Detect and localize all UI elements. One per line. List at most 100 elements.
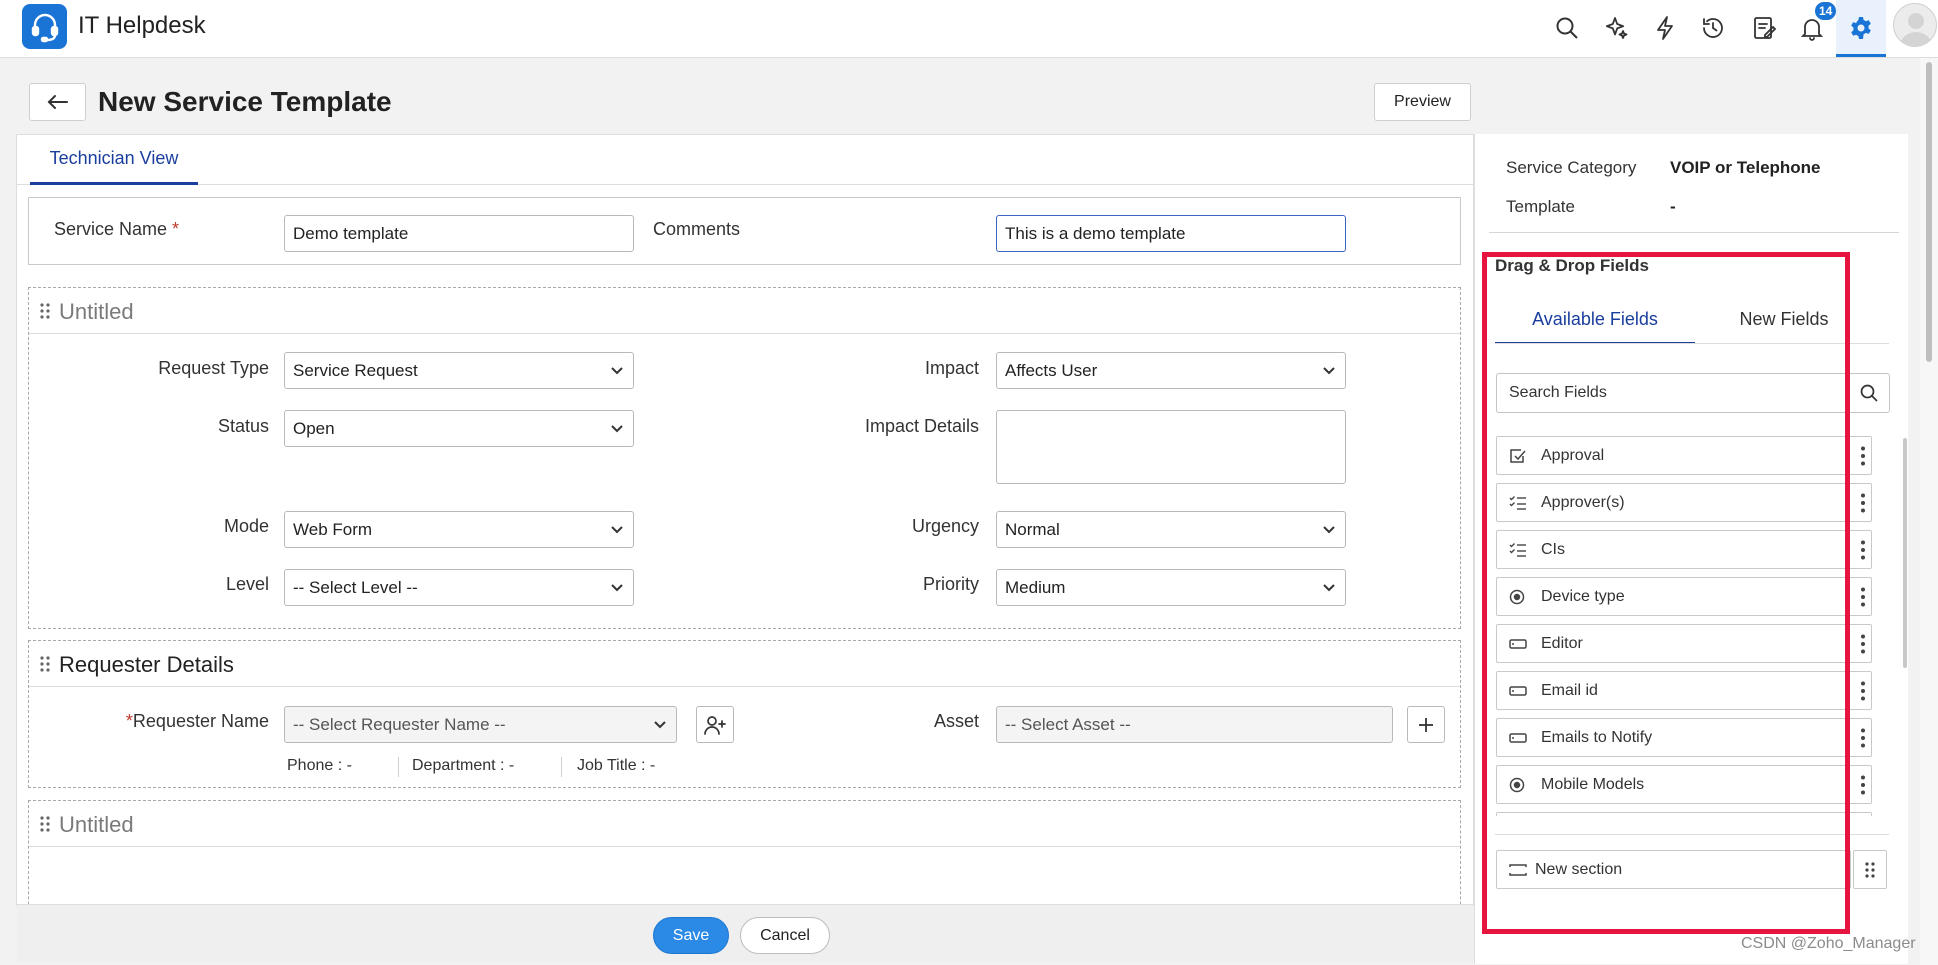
tab-new-fields[interactable]: New Fields bbox=[1739, 300, 1829, 344]
requester-details-section: Requester Details *Requester Name -- Sel… bbox=[28, 640, 1461, 788]
search-fields-button[interactable] bbox=[1848, 373, 1890, 413]
more-vertical-icon[interactable] bbox=[1855, 681, 1871, 701]
impact-details-label: Impact Details bbox=[864, 416, 979, 436]
required-marker: * bbox=[167, 219, 180, 239]
drag-handle-icon[interactable] bbox=[39, 815, 51, 833]
list-item[interactable]: Emails to Notify bbox=[1496, 718, 1872, 757]
drag-drop-title: Drag & Drop Fields bbox=[1495, 256, 1649, 275]
drag-handle-icon[interactable] bbox=[39, 302, 51, 320]
field-label: Device type bbox=[1541, 588, 1625, 605]
impact-select[interactable]: Affects User bbox=[996, 352, 1346, 389]
page-title: New Service Template bbox=[98, 86, 392, 117]
requester-name-placeholder: -- Select Requester Name -- bbox=[293, 714, 506, 734]
approval-icon bbox=[1510, 449, 1526, 463]
asset-select[interactable]: -- Select Asset -- bbox=[996, 706, 1393, 743]
list-item[interactable]: Editor bbox=[1496, 624, 1872, 663]
drag-handle-icon bbox=[1865, 861, 1875, 878]
avatar[interactable] bbox=[1893, 3, 1937, 47]
service-name-label-text: Service Name bbox=[54, 219, 168, 239]
lightning-icon[interactable] bbox=[1646, 9, 1684, 47]
divider bbox=[1495, 343, 1889, 344]
asset-placeholder: -- Select Asset -- bbox=[1005, 714, 1131, 734]
bell-icon[interactable]: 14 bbox=[1793, 0, 1839, 47]
divider bbox=[1495, 834, 1889, 835]
impact-label: Impact bbox=[924, 358, 979, 378]
field-label: Approval bbox=[1541, 447, 1605, 464]
watermark: CSDN @Zoho_Manager bbox=[1741, 935, 1916, 952]
urgency-select[interactable]: Normal bbox=[996, 511, 1346, 548]
save-button[interactable]: Save bbox=[653, 917, 729, 954]
radio-icon bbox=[1509, 589, 1525, 605]
field-label: Email id bbox=[1541, 682, 1598, 699]
preview-button[interactable]: Preview bbox=[1374, 83, 1471, 121]
request-type-select[interactable]: Service Request bbox=[284, 352, 634, 389]
phone-info: Phone : - bbox=[287, 757, 352, 774]
job-title-info: Job Title : - bbox=[577, 757, 656, 774]
level-select[interactable]: -- Select Level -- bbox=[284, 569, 634, 606]
search-icon bbox=[1860, 384, 1878, 402]
list-item[interactable]: Approval bbox=[1496, 436, 1872, 475]
more-vertical-icon[interactable] bbox=[1855, 634, 1871, 654]
more-vertical-icon[interactable] bbox=[1855, 446, 1871, 466]
new-section-drag-handle[interactable] bbox=[1853, 850, 1887, 889]
service-name-input[interactable]: Demo template bbox=[284, 215, 634, 252]
add-asset-button[interactable] bbox=[1407, 706, 1445, 743]
headset-logo-icon[interactable] bbox=[22, 4, 67, 49]
multi-select-icon bbox=[1509, 543, 1526, 557]
sparkle-tools-icon[interactable] bbox=[1597, 9, 1635, 47]
text-field-icon bbox=[1509, 639, 1527, 649]
requester-name-select[interactable]: -- Select Requester Name -- bbox=[284, 706, 677, 743]
search-fields-placeholder: Search Fields bbox=[1509, 384, 1607, 401]
history-icon[interactable] bbox=[1694, 9, 1732, 47]
level-label: Level bbox=[225, 574, 269, 594]
status-value: Open bbox=[293, 418, 335, 438]
field-label: Emails to Notify bbox=[1541, 729, 1653, 746]
field-label: Editor bbox=[1541, 635, 1583, 652]
more-vertical-icon[interactable] bbox=[1855, 493, 1871, 513]
new-section-item[interactable]: New section bbox=[1496, 850, 1851, 889]
untitled-section-2: Untitled bbox=[28, 800, 1461, 905]
fields-list-scrollbar[interactable] bbox=[1903, 438, 1907, 668]
list-item[interactable] bbox=[1496, 812, 1872, 816]
level-value: -- Select Level -- bbox=[293, 577, 418, 597]
tab-available-fields[interactable]: Available Fields bbox=[1495, 300, 1695, 344]
more-vertical-icon[interactable] bbox=[1855, 775, 1871, 795]
notes-icon[interactable] bbox=[1745, 9, 1783, 47]
list-item[interactable]: Email id bbox=[1496, 671, 1872, 710]
section-header: Untitled bbox=[29, 801, 1460, 847]
search-fields-input[interactable]: Search Fields bbox=[1496, 373, 1848, 413]
comments-input[interactable]: This is a demo template bbox=[996, 215, 1346, 252]
tab-technician-view[interactable]: Technician View bbox=[30, 135, 198, 185]
mode-label: Mode bbox=[223, 516, 269, 536]
list-item[interactable]: Approver(s) bbox=[1496, 483, 1872, 522]
text-field-icon bbox=[1509, 733, 1527, 743]
back-button[interactable] bbox=[29, 83, 86, 121]
divider bbox=[561, 757, 562, 777]
add-requester-button[interactable] bbox=[696, 706, 734, 743]
status-select[interactable]: Open bbox=[284, 410, 634, 447]
comments-label: Comments bbox=[653, 219, 741, 239]
mode-select[interactable]: Web Form bbox=[284, 511, 634, 548]
radio-icon bbox=[1509, 777, 1525, 793]
more-vertical-icon[interactable] bbox=[1855, 728, 1871, 748]
asset-label: Asset bbox=[933, 711, 979, 731]
list-item[interactable]: CIs bbox=[1496, 530, 1872, 569]
search-icon[interactable] bbox=[1548, 9, 1586, 47]
impact-details-textarea[interactable] bbox=[996, 410, 1346, 484]
list-item[interactable]: Device type bbox=[1496, 577, 1872, 616]
page-scrollbar-thumb[interactable] bbox=[1926, 62, 1932, 362]
more-vertical-icon[interactable] bbox=[1855, 587, 1871, 607]
priority-select[interactable]: Medium bbox=[996, 569, 1346, 606]
top-bar: IT Helpdesk 14 bbox=[0, 0, 1938, 58]
impact-value: Affects User bbox=[1005, 360, 1098, 380]
drag-handle-icon[interactable] bbox=[39, 655, 51, 673]
cancel-button[interactable]: Cancel bbox=[740, 917, 830, 954]
arrow-left-icon bbox=[47, 95, 68, 109]
service-info-section: Service Name * Demo template Comments Th… bbox=[28, 197, 1461, 265]
list-item[interactable]: Mobile Models bbox=[1496, 765, 1872, 804]
priority-value: Medium bbox=[1005, 577, 1066, 597]
gear-icon[interactable] bbox=[1842, 9, 1880, 47]
chevron-down-icon bbox=[654, 720, 666, 728]
section-title: Untitled bbox=[59, 299, 134, 324]
more-vertical-icon[interactable] bbox=[1855, 540, 1871, 560]
